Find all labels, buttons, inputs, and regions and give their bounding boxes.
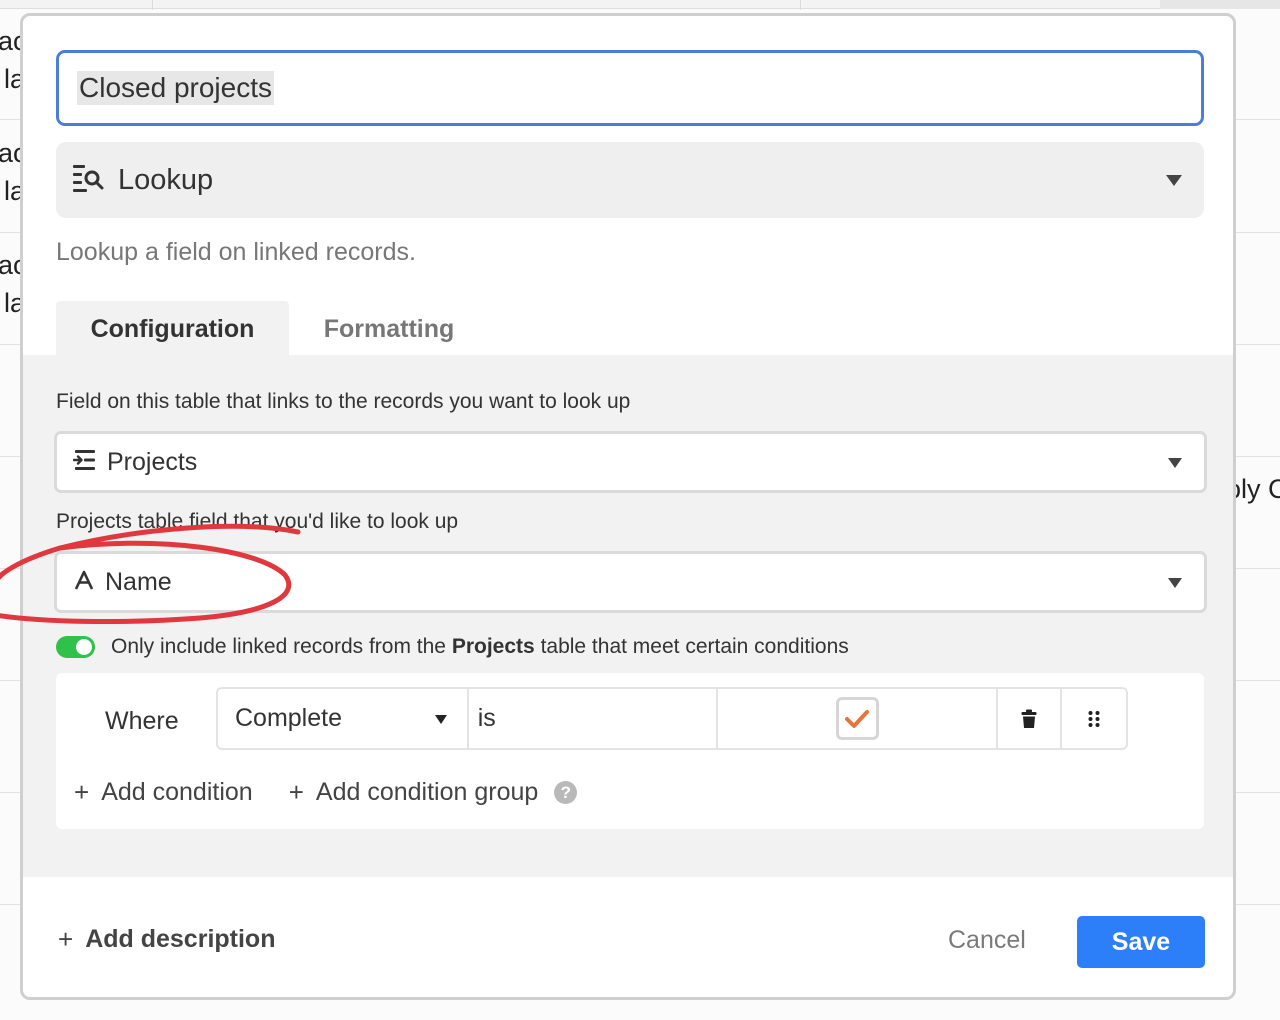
add-description-button[interactable]: + Add description <box>58 924 275 955</box>
chevron-down-icon <box>434 715 447 724</box>
tab-formatting[interactable]: Formatting <box>289 301 489 357</box>
condition-field-select[interactable]: Complete <box>218 689 469 748</box>
linked-record-icon <box>72 449 97 476</box>
chevron-down-icon <box>1168 578 1182 588</box>
cancel-button[interactable]: Cancel <box>948 926 1026 955</box>
link-field-select[interactable]: Projects <box>54 431 1207 493</box>
trash-icon <box>1021 709 1037 728</box>
background-column-divider <box>800 0 801 10</box>
background-column-divider <box>152 0 153 10</box>
condition-toggle-row: Only include linked records from the Pro… <box>56 635 849 659</box>
chevron-down-icon <box>1166 175 1182 186</box>
condition-toggle[interactable] <box>56 636 95 658</box>
plus-icon: + <box>74 777 90 807</box>
text-field-icon <box>73 569 95 596</box>
background-header-cell <box>1160 0 1280 9</box>
background-header-strip <box>0 0 1280 9</box>
field-config-dialog: Closed projects Lookup Lookup a field on… <box>20 13 1236 1000</box>
field-type-select[interactable]: Lookup <box>56 142 1204 218</box>
add-condition-label: Add condition <box>101 778 253 806</box>
plus-icon: + <box>288 777 304 807</box>
lookup-field-value: Name <box>105 567 172 596</box>
delete-condition-button[interactable] <box>998 689 1063 748</box>
add-condition-group-button[interactable]: + Add condition group <box>289 777 539 808</box>
toggle-text-after: table that meet certain conditions <box>540 635 849 658</box>
help-icon[interactable]: ? <box>554 781 578 804</box>
save-button[interactable]: Save <box>1077 916 1205 968</box>
field-name-input[interactable]: Closed projects <box>56 50 1204 126</box>
field-type-description: Lookup a field on linked records. <box>56 238 416 266</box>
toggle-table-name: Projects <box>451 635 535 658</box>
drag-handle-icon <box>1088 710 1100 727</box>
condition-value-checkbox[interactable] <box>835 697 879 740</box>
condition-value-cell <box>718 689 999 748</box>
plus-icon: + <box>58 924 74 954</box>
lookup-icon <box>72 163 104 198</box>
conditions-panel: Where Complete is + Add condition + Add … <box>56 673 1204 829</box>
where-label: Where <box>105 707 179 735</box>
tab-configuration[interactable]: Configuration <box>56 301 289 357</box>
field-type-label: Lookup <box>118 163 214 196</box>
condition-row: Complete is <box>216 687 1128 750</box>
add-condition-links: + Add condition + Add condition group ? <box>74 777 578 808</box>
add-condition-button[interactable]: + Add condition <box>74 777 253 808</box>
add-description-label: Add description <box>85 925 276 953</box>
drag-condition-handle[interactable] <box>1062 689 1126 748</box>
link-field-label: Field on this table that links to the re… <box>56 390 631 413</box>
lookup-field-select[interactable]: Name <box>54 551 1207 613</box>
chevron-down-icon <box>1168 458 1182 468</box>
toggle-text-before: Only include linked records from the <box>111 635 446 658</box>
checkmark-icon <box>845 709 870 728</box>
lookup-field-label: Projects table field that you'd like to … <box>56 510 459 533</box>
field-name-value[interactable]: Closed projects <box>77 71 274 105</box>
condition-operator-value: is <box>477 704 496 732</box>
condition-field-value: Complete <box>235 704 342 732</box>
link-field-value: Projects <box>107 447 198 476</box>
condition-operator-select[interactable]: is <box>469 689 719 748</box>
configuration-panel: Field on this table that links to the re… <box>23 355 1233 877</box>
add-condition-group-label: Add condition group <box>315 778 539 806</box>
